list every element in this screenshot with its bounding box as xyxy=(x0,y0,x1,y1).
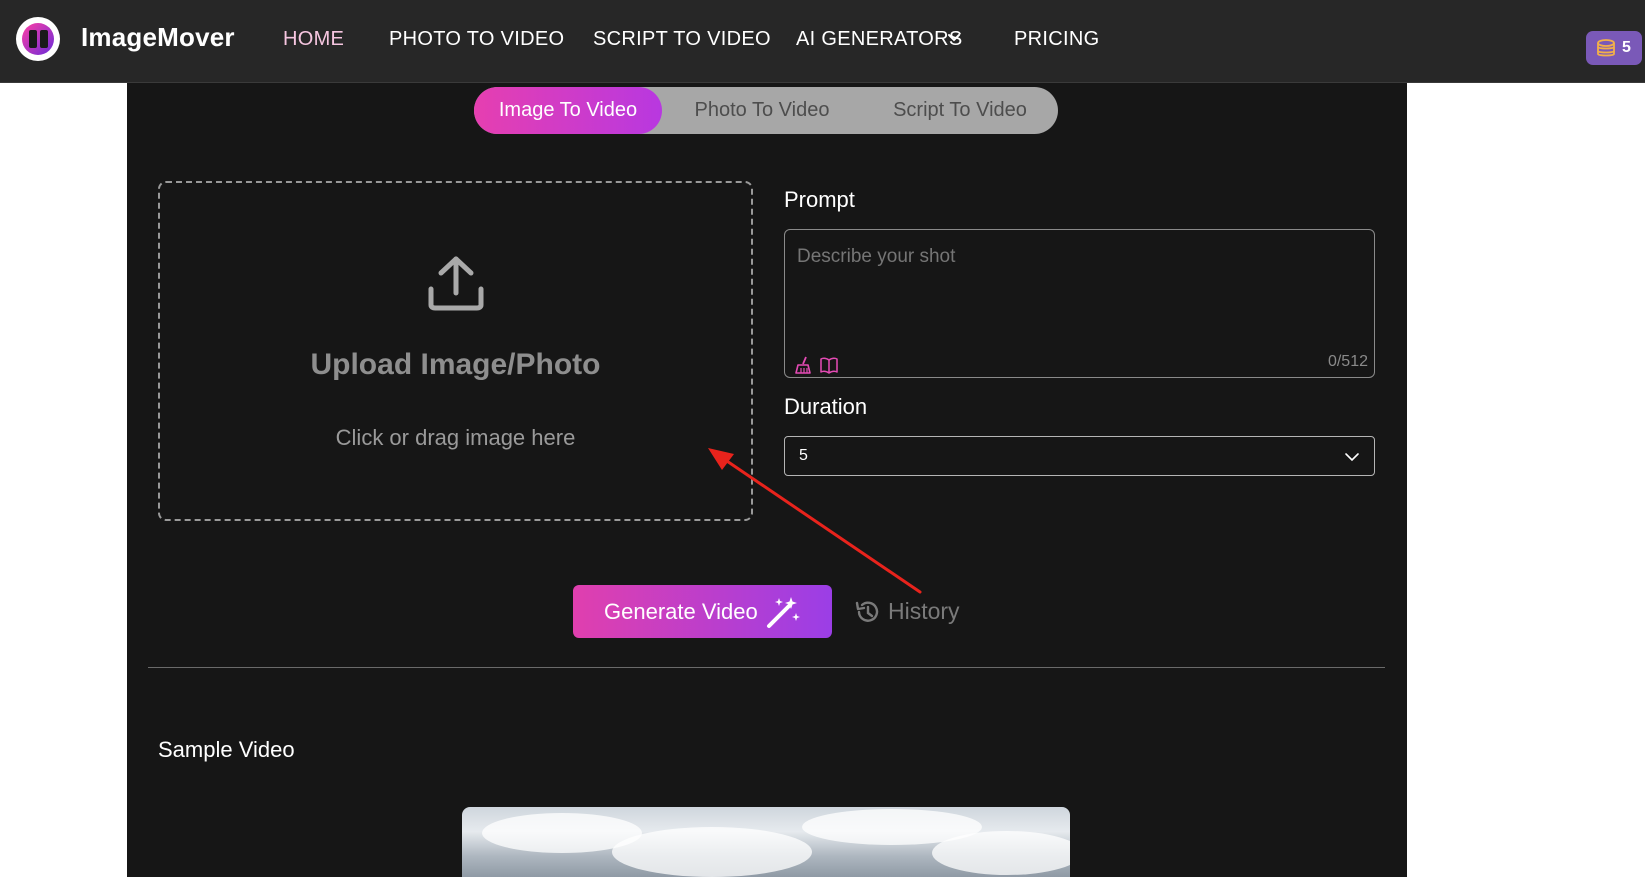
magic-wand-icon xyxy=(767,597,800,628)
chevron-down-icon xyxy=(1345,453,1359,462)
book-icon[interactable] xyxy=(820,356,838,374)
nav-script-to-video[interactable]: SCRIPT TO VIDEO xyxy=(593,28,771,51)
brand-name[interactable]: ImageMover xyxy=(81,22,235,53)
logo[interactable] xyxy=(16,17,60,61)
history-icon xyxy=(855,601,879,622)
upload-icon xyxy=(428,256,484,311)
broom-icon[interactable] xyxy=(795,356,813,374)
prompt-char-counter: 0/512 xyxy=(1327,353,1368,370)
annotation-arrow-icon xyxy=(708,448,922,594)
section-divider xyxy=(148,667,1385,668)
prompt-placeholder: Describe your shot xyxy=(797,246,956,267)
upload-dropzone[interactable]: Upload Image/Photo Click or drag image h… xyxy=(158,181,753,521)
tab-image-to-video[interactable]: Image To Video xyxy=(474,87,662,134)
credits-count: 5 xyxy=(1622,39,1631,56)
tab-script-to-video[interactable]: Script To Video xyxy=(862,87,1058,134)
nav-pricing[interactable]: PRICING xyxy=(1014,28,1099,51)
prompt-input[interactable]: Describe your shot 0/512 xyxy=(784,229,1375,378)
generate-video-label: Generate Video xyxy=(604,599,758,624)
nav-home[interactable]: HOME xyxy=(283,28,344,51)
nav-photo-to-video[interactable]: PHOTO TO VIDEO xyxy=(389,28,564,51)
nav-ai-generators[interactable]: AI GENERATORS xyxy=(796,28,963,51)
chevron-down-icon[interactable] xyxy=(947,31,961,45)
upload-title: Upload Image/Photo xyxy=(310,348,601,381)
upload-subtitle: Click or drag image here xyxy=(335,425,576,450)
sample-video-thumbnail[interactable] xyxy=(462,807,1070,877)
coin-stack-icon xyxy=(1597,39,1615,57)
mode-tabs: Image To Video Photo To Video Script To … xyxy=(474,87,1058,134)
credits-badge[interactable]: 5 xyxy=(1586,31,1642,65)
sample-video-title: Sample Video xyxy=(158,737,295,762)
prompt-label: Prompt xyxy=(784,187,855,212)
history-label: History xyxy=(888,598,960,624)
top-nav: ImageMover HOME PHOTO TO VIDEO SCRIPT TO… xyxy=(0,0,1645,83)
logo-mark xyxy=(22,23,54,55)
tab-photo-to-video[interactable]: Photo To Video xyxy=(662,87,862,134)
duration-label: Duration xyxy=(784,394,868,419)
